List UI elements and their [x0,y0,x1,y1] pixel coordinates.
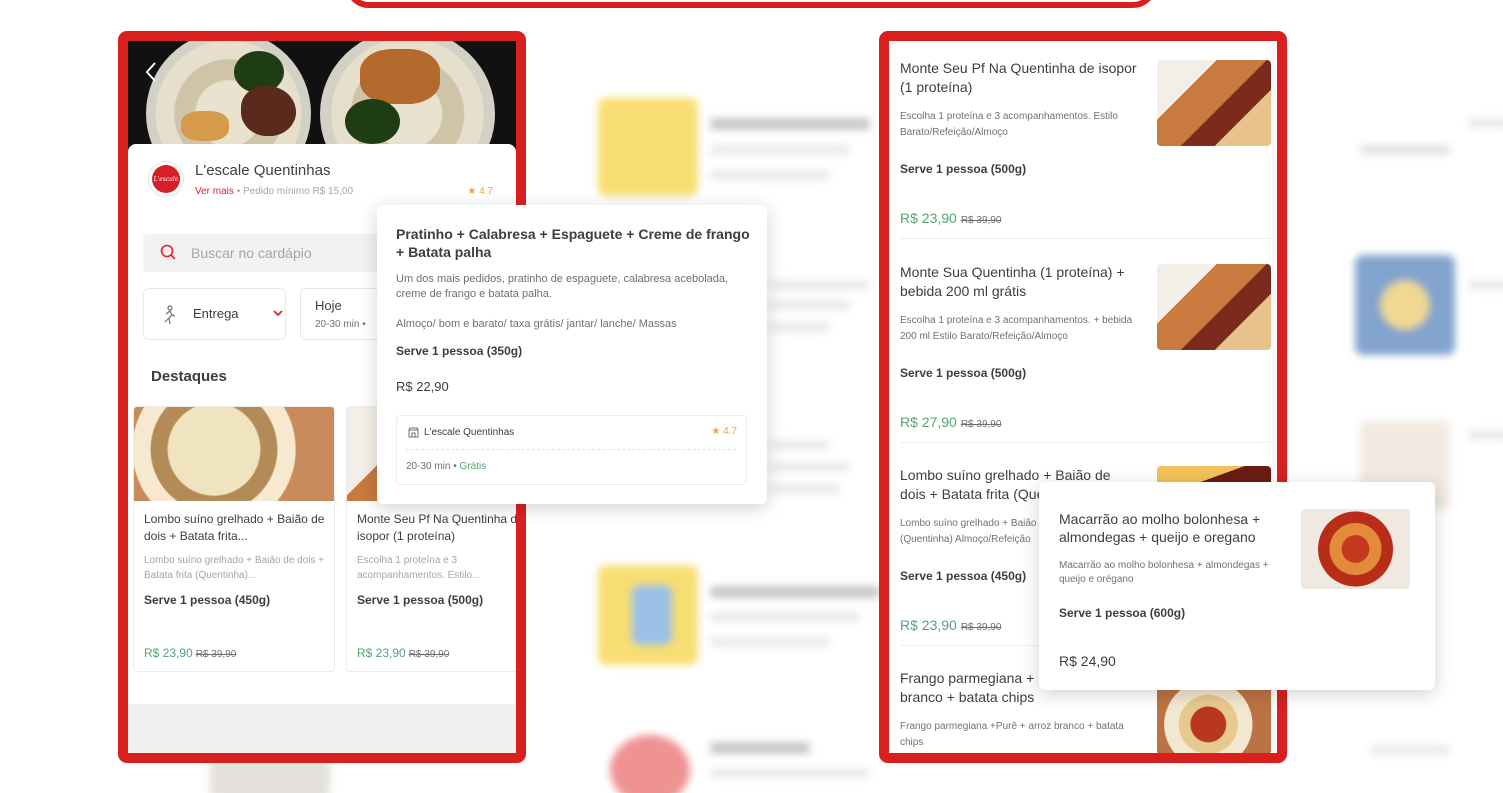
delivery-fee: Grátis [459,461,487,472]
menu-item-serving: Serve 1 pessoa (450g) [900,569,1027,583]
dish-preview-popup[interactable]: Macarrão ao molho bolonhesa + almondegas… [1039,482,1435,690]
divider [900,238,1270,239]
store-icon [408,427,419,438]
menu-item-price: R$ 27,90 R$ 39,90 [900,414,1002,430]
menu-search-input[interactable]: Buscar no cardápio [143,234,393,272]
dish-serving: Serve 1 pessoa (500g) [357,593,484,607]
menu-item-description: Escolha 1 proteína e 3 acompanhamentos. … [900,315,1133,342]
divider [900,442,1270,443]
search-icon [160,244,176,260]
chevron-down-icon [273,310,283,317]
page: L'escale L'escale Quentinhas Ver mais • … [0,0,1503,793]
dish-title: Monte Seu Pf Na Quentinha de isopor (1 p… [357,512,524,543]
delivery-person-icon [164,305,176,325]
popup-dish-title: Macarrão ao molho bolonhesa + almondegas… [1059,511,1261,545]
see-more-link[interactable]: Ver mais [195,186,234,197]
highlight-card[interactable]: Lombo suíno grelhado + Baião de dois + B… [133,406,335,672]
dish-description: Escolha 1 proteína e 3 acompanhamentos. … [357,555,481,581]
star-icon: ★ [467,186,477,197]
store-meta: Ver mais • Pedido mínimo R$ 15,00 [195,186,353,197]
popup-store-name: L'escale Quentinhas [424,427,515,438]
divider [406,449,736,450]
schedule-day: Hoje [315,298,342,313]
top-banner [345,0,1157,8]
dish-old-price: R$ 39,90 [408,649,450,660]
highlights-title: Destaques [151,368,227,385]
popup-dish-serving: Serve 1 pessoa (600g) [1059,606,1186,620]
dish-serving: Serve 1 pessoa (450g) [144,593,271,607]
delivery-mode-select[interactable]: Entrega [143,288,286,340]
star-icon: ★ [711,426,721,437]
menu-item-price: R$ 23,90 R$ 39,90 [900,210,1002,226]
popup-dish-image [1301,509,1410,589]
menu-item-serving: Serve 1 pessoa (500g) [900,162,1027,176]
schedule-eta: 20-30 min • [315,319,366,330]
popup-dish-serving: Serve 1 pessoa (350g) [396,344,523,358]
popup-dish-title: Pratinho + Calabresa + Espaguete + Creme… [396,226,750,260]
min-order: • Pedido mínimo R$ 15,00 [236,186,354,197]
popup-store-eta: 20-30 min • Grátis [406,461,487,472]
menu-item-price: R$ 23,90 R$ 39,90 [900,617,1002,633]
dish-price: R$ 23,90 R$ 39,90 [144,646,237,660]
menu-item-description: Escolha 1 proteína e 3 acompanhamentos. … [900,111,1118,138]
menu-item-old-price: R$ 39,90 [960,622,1002,633]
menu-item-image [1157,264,1271,350]
popup-store-info[interactable]: L'escale Quentinhas ★ 4.7 20-30 min • Gr… [396,415,747,485]
menu-item-title: Monte Seu Pf Na Quentinha de isopor (1 p… [900,60,1137,95]
delivery-label: Entrega [193,306,239,321]
dish-price: R$ 23,90 R$ 39,90 [357,646,450,660]
menu-item-image [1157,687,1271,753]
popup-dish-description: Macarrão ao molho bolonhesa + almondegas… [1059,560,1269,585]
store-hero-image [128,41,516,153]
menu-item-title: Monte Sua Quentinha (1 proteína) + bebid… [900,264,1125,299]
store-rating: ★ 4.7 [467,186,493,197]
popup-dish-price: R$ 22,90 [396,379,449,394]
popup-store-rating: ★ 4.7 [711,426,737,437]
dish-title: Lombo suíno grelhado + Baião de dois + B… [144,512,325,543]
search-placeholder: Buscar no cardápio [191,245,312,261]
menu-item-old-price: R$ 39,90 [960,419,1002,430]
menu-item-description: Frango parmegiana +Purê + arroz branco +… [900,721,1124,748]
menu-item-serving: Serve 1 pessoa (500g) [900,366,1027,380]
popup-dish-description: Um dos mais pedidos, pratinho de espague… [396,273,729,300]
popup-dish-price: R$ 24,90 [1059,653,1116,669]
dish-preview-popup[interactable]: Pratinho + Calabresa + Espaguete + Creme… [377,205,767,504]
menu-item-old-price: R$ 39,90 [960,215,1002,226]
menu-item-image [1157,60,1271,146]
dish-description: Lombo suíno grelhado + Baião de dois + B… [144,555,325,581]
dish-old-price: R$ 39,90 [195,649,237,660]
dish-image [134,407,334,501]
store-logo: L'escale [148,161,184,197]
back-icon[interactable] [144,61,158,88]
store-name: L'escale Quentinhas [195,162,331,179]
popup-dish-tags: Almoço/ bom e barato/ taxa grátis/ janta… [396,318,677,330]
